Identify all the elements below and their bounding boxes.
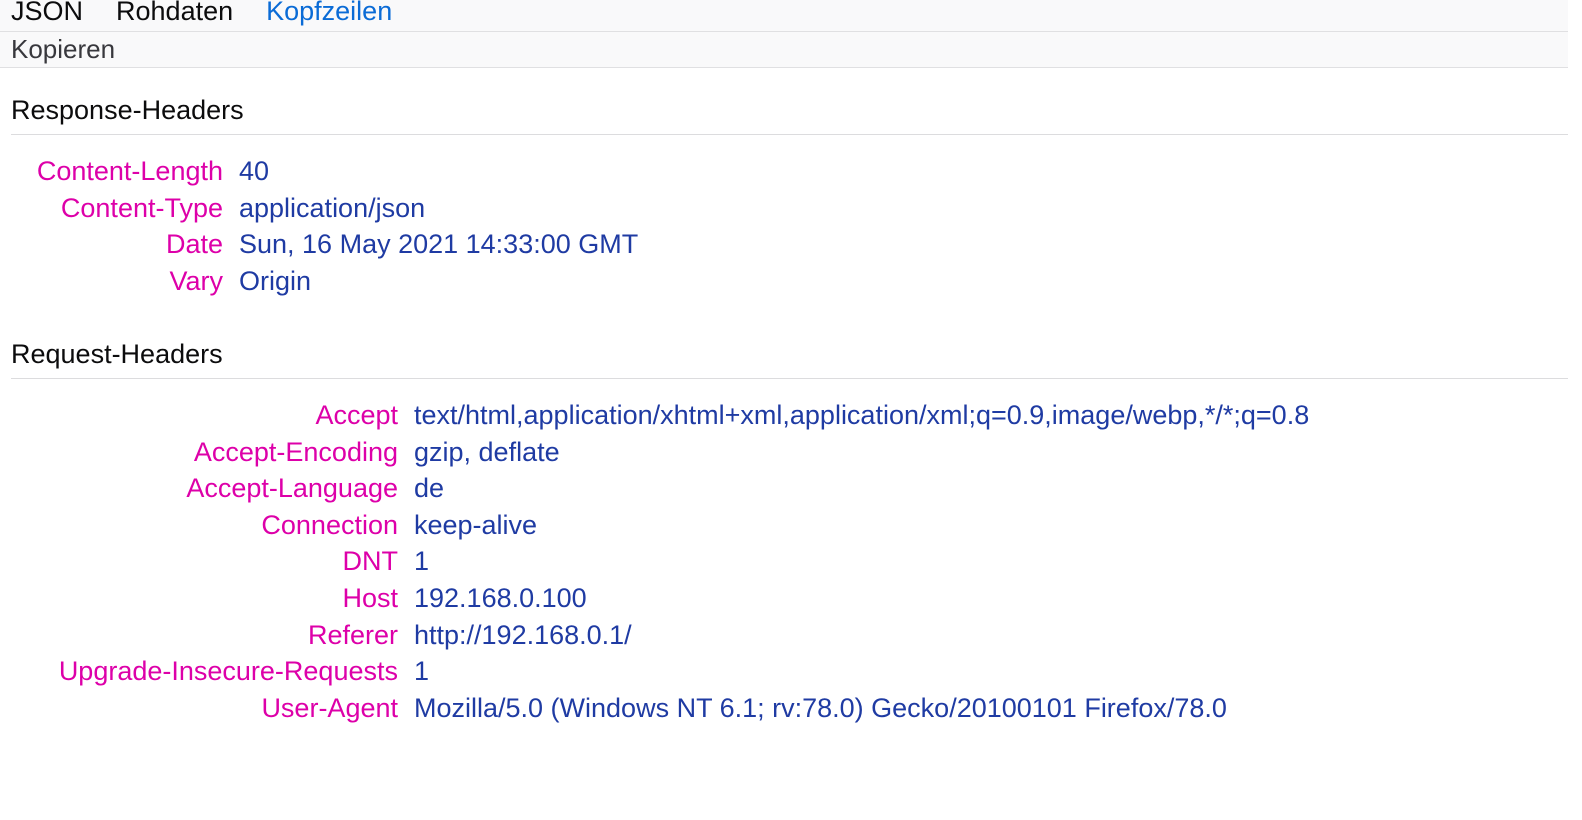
header-name: Content-Length <box>36 156 223 186</box>
tab-headers[interactable]: Kopfzeilen <box>266 0 392 27</box>
header-name: Upgrade-Insecure-Requests <box>58 656 398 686</box>
copy-button[interactable]: Kopieren <box>11 34 115 65</box>
header-name: DNT <box>342 546 399 576</box>
header-name: Connection <box>261 510 398 540</box>
request-headers-title: Request-Headers <box>11 339 223 369</box>
header-name: Accept-Encoding <box>193 437 398 467</box>
toolbar: Kopieren <box>0 32 1568 68</box>
header-value: keep-alive <box>414 510 538 540</box>
header-value: 1 <box>414 546 430 576</box>
header-name: Date <box>165 229 223 259</box>
header-value: http://192.168.0.1/ <box>414 620 632 650</box>
header-value: 40 <box>239 156 270 186</box>
header-name: Vary <box>169 266 223 296</box>
header-value: Mozilla/5.0 (Windows NT 6.1; rv:78.0) Ge… <box>414 693 1227 723</box>
header-value: Origin <box>239 266 312 296</box>
header-name: User-Agent <box>261 693 398 723</box>
response-headers-title: Response-Headers <box>11 95 244 125</box>
tab-json[interactable]: JSON <box>11 0 83 27</box>
header-name: Content-Type <box>60 193 223 223</box>
tab-bar: JSON Rohdaten Kopfzeilen <box>0 0 1568 32</box>
response-headers-divider <box>11 134 1568 135</box>
header-name: Host <box>342 583 398 613</box>
header-value: text/html,application/xhtml+xml,applicat… <box>414 400 1310 430</box>
tab-raw-data[interactable]: Rohdaten <box>116 0 233 27</box>
header-value: 1 <box>414 656 430 686</box>
header-value: application/json <box>239 193 426 223</box>
header-value: gzip, deflate <box>414 437 560 467</box>
header-name: Accept <box>315 400 398 430</box>
header-name: Accept-Language <box>186 473 398 503</box>
request-headers-divider <box>11 378 1568 379</box>
vertical-scrollbar[interactable] <box>1568 0 1582 820</box>
header-value: 192.168.0.100 <box>414 583 587 613</box>
header-value: de <box>414 473 445 503</box>
header-value: Sun, 16 May 2021 14:33:00 GMT <box>239 229 639 259</box>
header-name: Referer <box>307 620 398 650</box>
